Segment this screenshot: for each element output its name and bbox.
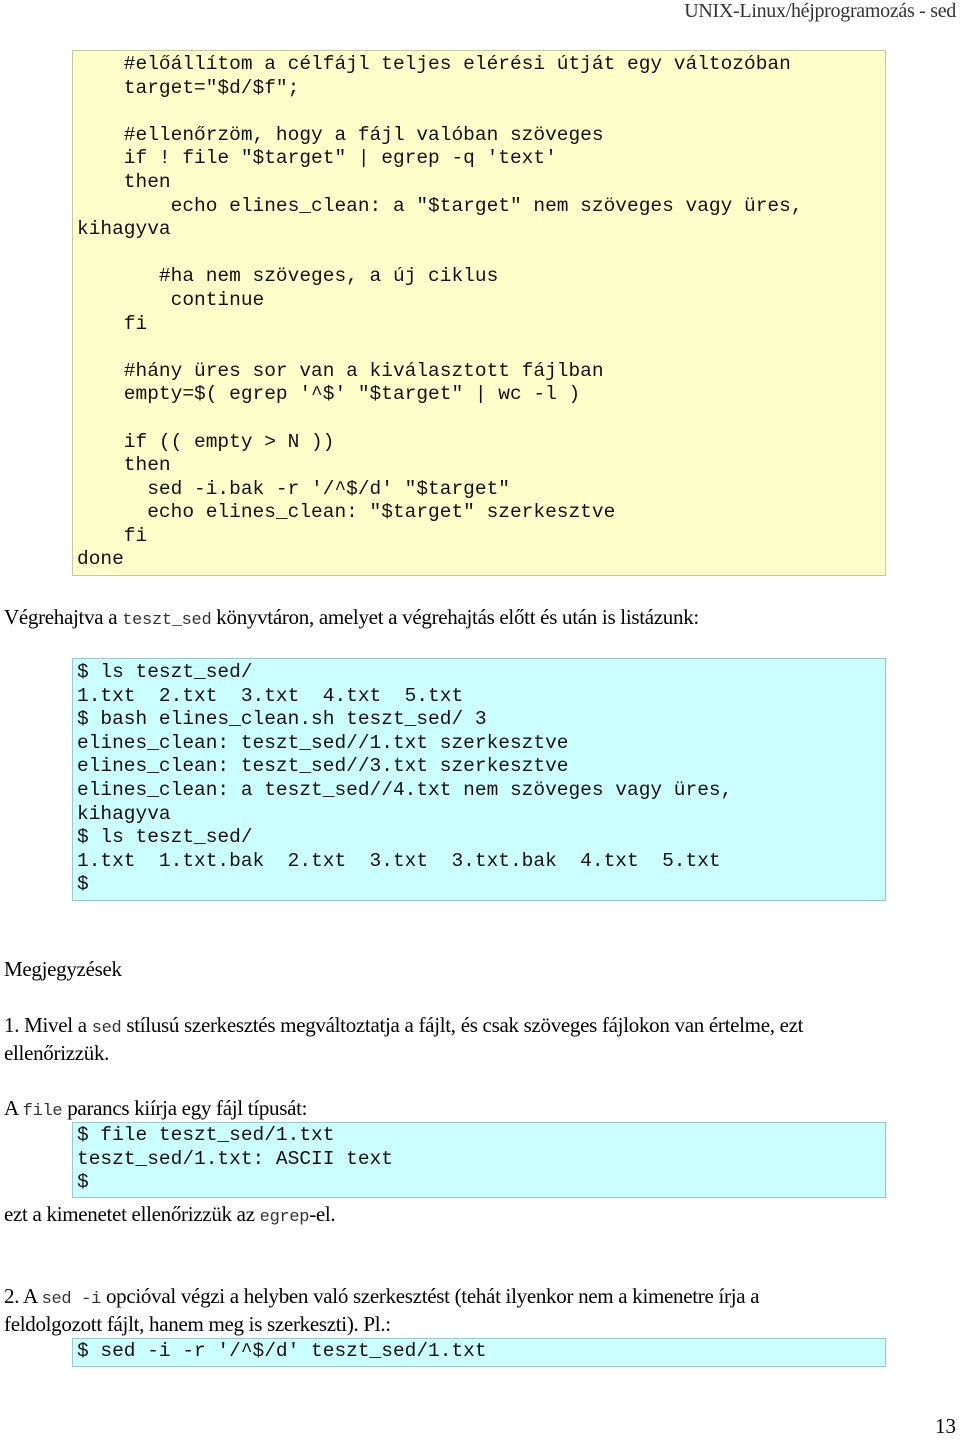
file-output-block: $ file teszt_sed/1.txt teszt_sed/1.txt: … bbox=[72, 1122, 886, 1198]
code-line: $ bbox=[77, 1171, 89, 1194]
code-line: if ! file "$target" | egrep -q 'text' bbox=[123, 147, 557, 170]
code-line: elines_clean: teszt_sed//1.txt szerkeszt… bbox=[77, 731, 569, 754]
notes-heading: Megjegyzések bbox=[4, 957, 122, 981]
code-line: then bbox=[123, 454, 171, 477]
code-line: $ ls teszt_sed/ bbox=[77, 661, 253, 683]
code-line: $ ls teszt_sed/ bbox=[77, 826, 253, 849]
note-1-inline-code: sed bbox=[91, 1019, 122, 1038]
egrep-para-text-after: -el. bbox=[309, 1202, 336, 1226]
egrep-para-text-before: ezt a kimenetet ellenőrizzük az bbox=[4, 1202, 260, 1226]
code-line: kihagyva bbox=[77, 802, 171, 825]
run-output-block: $ ls teszt_sed/ 1.txt 2.txt 3.txt 4.txt … bbox=[72, 658, 886, 901]
code-line: $ sed -i -r '/^$/d' teszt_sed/1.txt bbox=[77, 1340, 487, 1362]
note-2-text-after: opcióval végzi a helyben való szerkeszté… bbox=[101, 1284, 760, 1308]
egrep-para-inline-code: egrep bbox=[259, 1208, 310, 1227]
note-1-line-2: ellenőrizzük. bbox=[4, 1041, 110, 1065]
script-code-block: #előállítom a célfájl teljes elérési útj… bbox=[72, 50, 886, 576]
code-line: #ha nem szöveges, a új ciklus bbox=[158, 265, 499, 288]
code-line: $ file teszt_sed/1.txt bbox=[77, 1124, 335, 1146]
sed-example-block: $ sed -i -r '/^$/d' teszt_sed/1.txt bbox=[72, 1338, 886, 1367]
intro-inline-code: teszt_sed bbox=[122, 611, 212, 630]
code-line: elines_clean: teszt_sed//3.txt szerkeszt… bbox=[77, 755, 569, 778]
code-line: #ellenőrzöm, hogy a fájl valóban szövege… bbox=[123, 123, 604, 146]
egrep-paragraph: ezt a kimenetet ellenőrizzük az egrep-el… bbox=[4, 1200, 336, 1232]
code-line: elines_clean: a teszt_sed//4.txt nem szö… bbox=[77, 778, 733, 801]
intro-text-after: könyvtáron, amelyet a végrehajtás előtt … bbox=[211, 605, 699, 629]
code-line: #hány üres sor van a kiválasztott fájlba… bbox=[123, 359, 604, 382]
file-para-text-after: parancs kiírja egy fájl típusát: bbox=[62, 1096, 308, 1120]
code-line: continue bbox=[170, 288, 265, 311]
code-line: kihagyva bbox=[77, 218, 171, 241]
code-line: done bbox=[77, 548, 124, 571]
file-para-inline-code: file bbox=[22, 1102, 63, 1121]
page-header: UNIX-Linux/héjprogramozás - sed bbox=[684, 0, 956, 22]
code-line: then bbox=[123, 170, 171, 193]
code-line: if (( empty > N )) bbox=[123, 430, 335, 453]
note-1-text-after: stílusú szerkesztés megváltoztatja a fáj… bbox=[121, 1013, 804, 1037]
code-line: #előállítom a célfájl teljes elérési útj… bbox=[123, 53, 791, 75]
code-line: $ bbox=[77, 873, 89, 896]
note-1-text-before: 1. Mivel a bbox=[4, 1013, 92, 1037]
script-code: #előállítom a célfájl teljes elérési útj… bbox=[77, 53, 885, 572]
code-line: echo elines_clean: "$target" szerkesztve bbox=[147, 501, 616, 524]
code-line: empty=$( egrep '^$' "$target" | wc -l ) bbox=[123, 383, 581, 406]
code-line: echo elines_clean: a "$target" nem szöve… bbox=[170, 194, 803, 217]
code-line: target="$d/$f"; bbox=[123, 76, 300, 99]
sed-example-code: $ sed -i -r '/^$/d' teszt_sed/1.txt bbox=[77, 1340, 885, 1364]
note-2-inline-code: sed -i bbox=[41, 1290, 102, 1309]
code-line: teszt_sed/1.txt: ASCII text bbox=[77, 1147, 393, 1170]
code-line: 1.txt 2.txt 3.txt 4.txt 5.txt bbox=[77, 684, 464, 707]
file-para-text-before: A bbox=[4, 1096, 23, 1120]
note-2-text-before: 2. A bbox=[4, 1284, 42, 1308]
code-line: sed -i.bak -r '/^$/d' "$target" bbox=[147, 477, 510, 500]
file-output-code: $ file teszt_sed/1.txt teszt_sed/1.txt: … bbox=[77, 1124, 885, 1195]
note-2-line-2: feldolgozott fájlt, hanem meg is szerkes… bbox=[4, 1312, 391, 1336]
intro-paragraph: Végrehajtva a teszt_sed könyvtáron, amel… bbox=[4, 603, 699, 635]
page-number: 13 bbox=[935, 1414, 956, 1438]
run-output-code: $ ls teszt_sed/ 1.txt 2.txt 3.txt 4.txt … bbox=[77, 661, 885, 897]
code-line: fi bbox=[123, 312, 148, 335]
code-line: fi bbox=[123, 524, 148, 547]
note-1-line-1: 1. Mivel a sed stílusú szerkesztés megvá… bbox=[4, 1011, 804, 1043]
code-line: 1.txt 1.txt.bak 2.txt 3.txt 3.txt.bak 4.… bbox=[77, 849, 721, 872]
intro-text-before: Végrehajtva a bbox=[4, 605, 123, 629]
code-line: $ bash elines_clean.sh teszt_sed/ 3 bbox=[77, 708, 487, 731]
